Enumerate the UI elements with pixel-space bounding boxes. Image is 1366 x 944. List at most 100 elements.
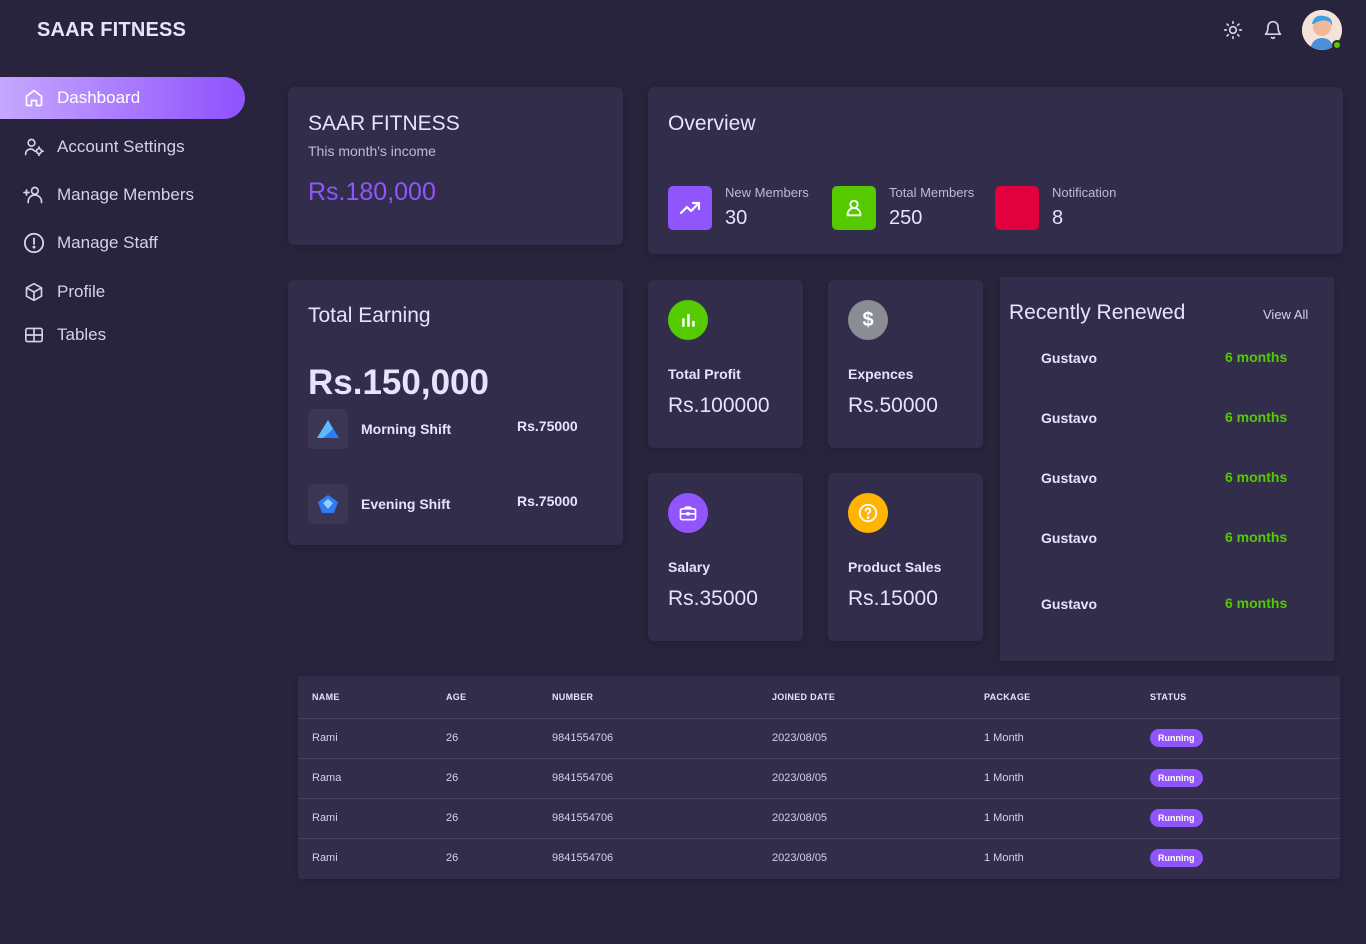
mini-card-value: Rs.100000 bbox=[668, 394, 770, 417]
table-row[interactable]: Rami 26 9841554706 2023/08/05 1 Month Ru… bbox=[298, 837, 1340, 878]
earning-title: Total Earning bbox=[308, 304, 431, 327]
user-cog-icon bbox=[22, 135, 46, 159]
overview-title: Overview bbox=[668, 112, 756, 135]
stat-label: Notification bbox=[1052, 185, 1117, 200]
renewed-name: Gustavo bbox=[1041, 470, 1098, 486]
cell-number: 9841554706 bbox=[538, 837, 758, 878]
table-icon bbox=[22, 323, 46, 347]
cell-status: Running bbox=[1136, 757, 1340, 798]
mini-card-value: Rs.50000 bbox=[848, 394, 938, 417]
column-header[interactable]: NUMBER bbox=[538, 676, 758, 718]
renewed-name: Gustavo bbox=[1041, 530, 1098, 546]
shift-name: Morning Shift bbox=[361, 421, 452, 437]
mini-card-label: Product Sales bbox=[848, 559, 942, 575]
sidebar-item-label: Manage Members bbox=[57, 185, 195, 204]
cell-joined-date: 2023/08/05 bbox=[758, 837, 970, 878]
members-table: NAME AGE NUMBER JOINED DATE PACKAGE STAT… bbox=[298, 676, 1340, 878]
mini-card-label: Expences bbox=[848, 366, 914, 382]
bell-icon[interactable] bbox=[1261, 18, 1285, 42]
cell-age: 26 bbox=[432, 717, 538, 758]
sidebar-item-label: Tables bbox=[57, 325, 107, 344]
status-badge: Running bbox=[1150, 849, 1203, 868]
renewed-name: Gustavo bbox=[1041, 410, 1098, 426]
stat-value: 250 bbox=[889, 207, 923, 229]
dollar-icon: $ bbox=[848, 300, 888, 340]
income-amount: Rs.180,000 bbox=[308, 178, 436, 206]
renewed-name: Gustavo bbox=[1041, 350, 1098, 366]
cell-age: 26 bbox=[432, 757, 538, 798]
trending-up-icon bbox=[668, 186, 712, 230]
total-profit-card: Total Profit Rs.100000 bbox=[648, 280, 803, 448]
brand-title: SAAR FITNESS bbox=[37, 19, 187, 41]
income-card-title: SAAR FITNESS bbox=[308, 112, 460, 135]
cell-package: 1 Month bbox=[970, 837, 1136, 878]
stat-label: New Members bbox=[725, 185, 809, 200]
cell-name: Rami bbox=[298, 837, 432, 878]
sun-icon[interactable] bbox=[1221, 18, 1245, 42]
shift-amount: Rs.75000 bbox=[517, 493, 578, 509]
help-circle-icon bbox=[848, 493, 888, 533]
sidebar-item-manage-staff[interactable]: Manage Staff bbox=[0, 222, 245, 264]
mini-card-label: Salary bbox=[668, 559, 711, 575]
column-header[interactable]: NAME bbox=[298, 676, 432, 718]
income-card: SAAR FITNESS This month's income Rs.180,… bbox=[288, 87, 623, 245]
recently-renewed-card: Recently Renewed View All Gustavo 6 mont… bbox=[1000, 277, 1334, 661]
cell-status: Running bbox=[1136, 837, 1340, 878]
sidebar-item-tables[interactable]: Tables bbox=[0, 314, 245, 356]
income-card-subtitle: This month's income bbox=[308, 143, 436, 159]
product-sales-card: Product Sales Rs.15000 bbox=[828, 473, 983, 641]
overview-card: Overview New Members 30 Total Members 25… bbox=[648, 87, 1343, 254]
cell-joined-date: 2023/08/05 bbox=[758, 797, 970, 838]
cell-number: 9841554706 bbox=[538, 717, 758, 758]
bar-chart-icon bbox=[668, 300, 708, 340]
sidebar-item-account-settings[interactable]: Account Settings bbox=[0, 126, 245, 168]
shift-name: Evening Shift bbox=[361, 496, 451, 512]
renewed-title: Recently Renewed bbox=[1009, 301, 1186, 324]
renewed-period: 6 months bbox=[1225, 349, 1288, 365]
online-status-dot bbox=[1332, 40, 1342, 50]
view-all-link[interactable]: View All bbox=[1263, 307, 1308, 322]
cell-name: Rami bbox=[298, 717, 432, 758]
members-table-card: NAME AGE NUMBER JOINED DATE PACKAGE STAT… bbox=[298, 676, 1340, 879]
alert-circle-icon bbox=[22, 231, 46, 255]
expences-card: $ Expences Rs.50000 bbox=[828, 280, 983, 448]
status-badge: Running bbox=[1150, 769, 1203, 787]
table-row[interactable]: Rama 26 9841554706 2023/08/05 1 Month Ru… bbox=[298, 757, 1340, 798]
column-header[interactable]: PACKAGE bbox=[970, 676, 1136, 718]
sidebar-item-label: Dashboard bbox=[57, 88, 141, 107]
status-badge: Running bbox=[1150, 729, 1203, 747]
cell-number: 9841554706 bbox=[538, 757, 758, 798]
earning-amount: Rs.150,000 bbox=[308, 363, 489, 402]
cell-name: Rami bbox=[298, 797, 432, 838]
sidebar-item-manage-members[interactable]: Manage Members bbox=[0, 174, 245, 216]
cell-name: Rama bbox=[298, 757, 432, 798]
column-header[interactable]: STATUS bbox=[1136, 676, 1340, 718]
status-badge: Running bbox=[1150, 809, 1203, 827]
sidebar-item-dashboard[interactable]: Dashboard bbox=[0, 77, 245, 119]
table-row[interactable]: Rami 26 9841554706 2023/08/05 1 Month Ru… bbox=[298, 797, 1340, 838]
user-plus-icon bbox=[22, 183, 46, 207]
user-icon bbox=[832, 186, 876, 230]
notification-box bbox=[995, 186, 1039, 230]
cell-age: 26 bbox=[432, 797, 538, 838]
cell-age: 26 bbox=[432, 837, 538, 878]
home-icon bbox=[22, 86, 46, 110]
cell-package: 1 Month bbox=[970, 797, 1136, 838]
evening-shift-icon bbox=[308, 484, 348, 524]
stat-label: Total Members bbox=[889, 185, 975, 200]
sidebar-item-label: Profile bbox=[57, 282, 106, 301]
table-row[interactable]: Rami 26 9841554706 2023/08/05 1 Month Ru… bbox=[298, 717, 1340, 758]
mini-card-value: Rs.35000 bbox=[668, 587, 758, 610]
column-header[interactable]: JOINED DATE bbox=[758, 676, 970, 718]
cell-package: 1 Month bbox=[970, 757, 1136, 798]
renewed-name: Gustavo bbox=[1041, 596, 1098, 612]
morning-shift-icon bbox=[308, 409, 348, 449]
cell-status: Running bbox=[1136, 717, 1340, 758]
cell-joined-date: 2023/08/05 bbox=[758, 717, 970, 758]
cell-number: 9841554706 bbox=[538, 797, 758, 838]
cell-package: 1 Month bbox=[970, 717, 1136, 758]
stat-value: 8 bbox=[1052, 207, 1064, 229]
column-header[interactable]: AGE bbox=[432, 676, 538, 718]
sidebar-item-profile[interactable]: Profile bbox=[0, 271, 245, 313]
cube-icon bbox=[22, 280, 46, 304]
